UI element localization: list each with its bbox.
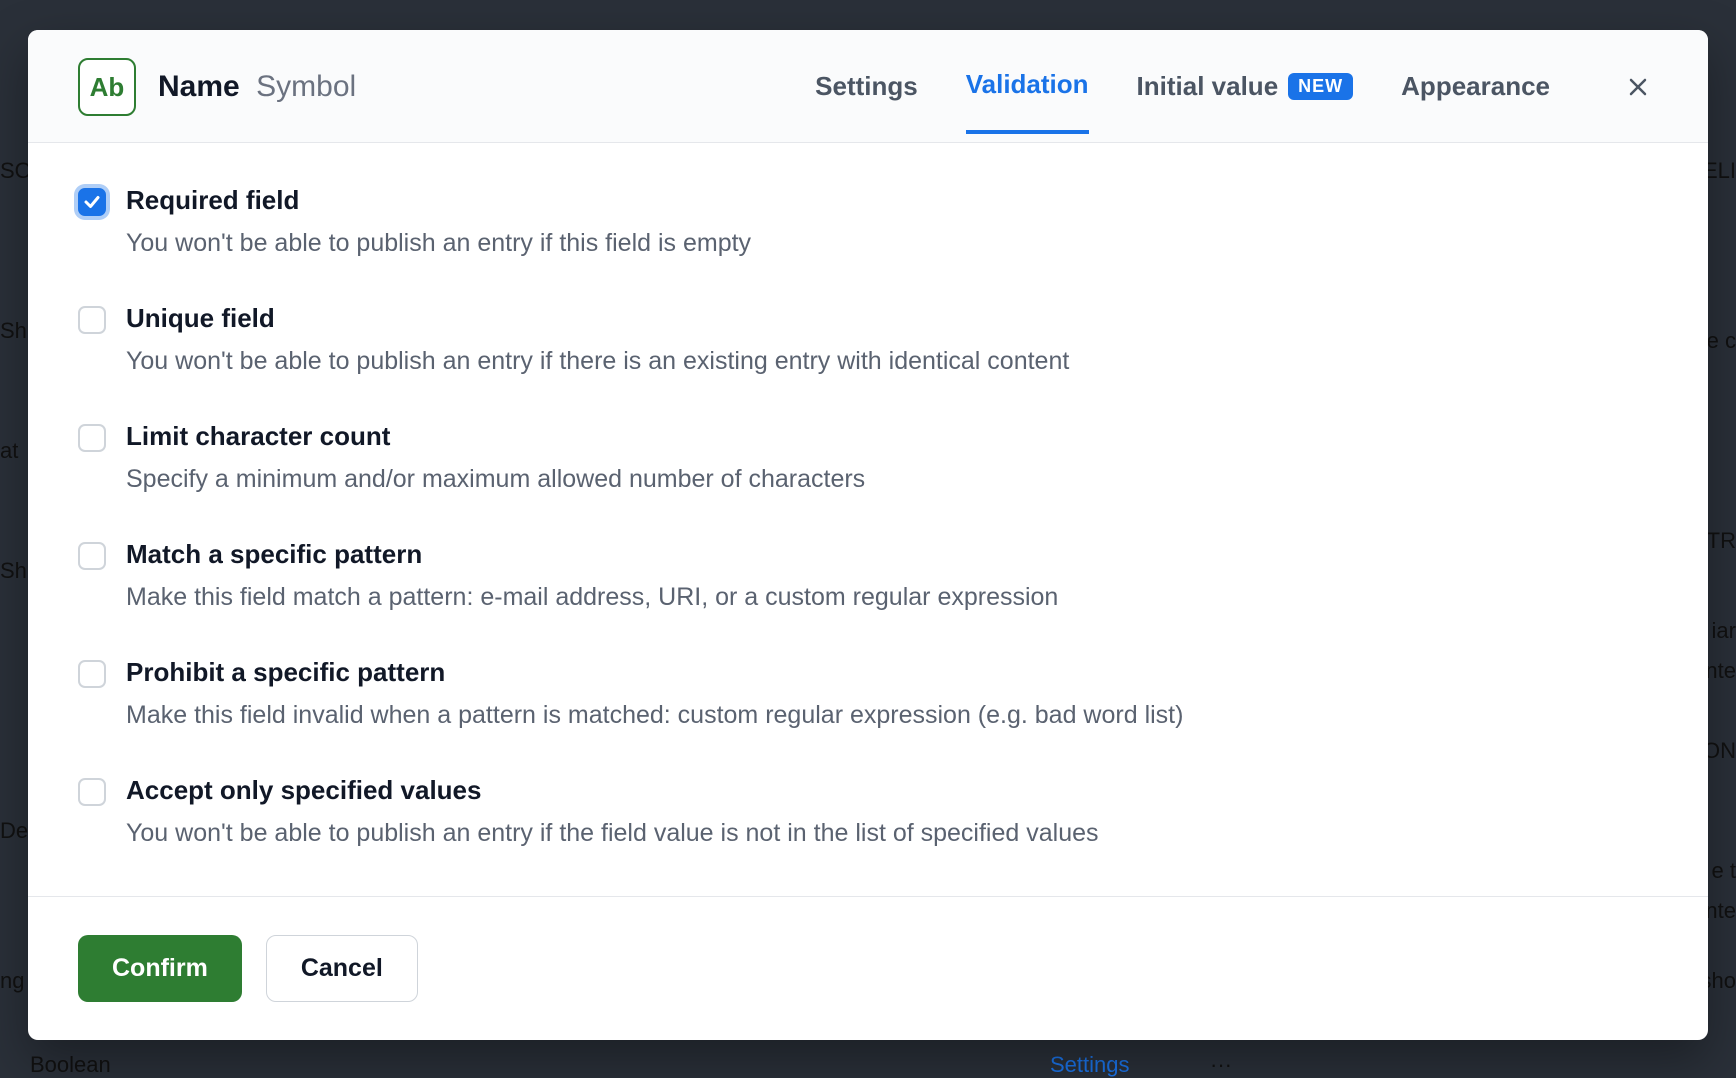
modal-header: Ab Name Symbol Settings Validation Initi… — [28, 30, 1708, 143]
bg-text: Sh — [0, 318, 27, 344]
tab-validation[interactable]: Validation — [966, 69, 1089, 134]
field-icon-text: Ab — [90, 72, 125, 103]
cancel-button[interactable]: Cancel — [266, 935, 418, 1002]
bg-text: at — [0, 438, 18, 464]
validation-desc: You won't be able to publish an entry if… — [126, 816, 1658, 851]
validation-desc: You won't be able to publish an entry if… — [126, 344, 1658, 379]
bg-text: nte — [1705, 658, 1736, 684]
tab-initial-value[interactable]: Initial value NEW — [1137, 71, 1354, 132]
bg-text: e t — [1712, 858, 1736, 884]
header-left: Ab Name Symbol — [78, 58, 356, 116]
tabs: Settings Validation Initial value NEW Ap… — [815, 67, 1658, 107]
validation-title: Unique field — [126, 303, 1658, 334]
field-title-group: Name Symbol — [158, 70, 356, 104]
new-badge: NEW — [1288, 73, 1353, 100]
modal-footer: Confirm Cancel — [28, 896, 1708, 1040]
checkbox-prohibit-pattern[interactable] — [78, 660, 106, 688]
checkbox-limit-character-count[interactable] — [78, 424, 106, 452]
confirm-button[interactable]: Confirm — [78, 935, 242, 1002]
bg-text: TR — [1707, 528, 1736, 554]
validation-desc: Make this field match a pattern: e-mail … — [126, 580, 1658, 615]
tab-appearance[interactable]: Appearance — [1401, 71, 1550, 132]
validation-required-field: Required field You won't be able to publ… — [78, 185, 1658, 261]
checkbox-match-pattern[interactable] — [78, 542, 106, 570]
validation-title: Match a specific pattern — [126, 539, 1658, 570]
checkbox-required-field[interactable] — [78, 188, 106, 216]
field-type-label: Symbol — [256, 70, 356, 103]
validation-desc: Specify a minimum and/or maximum allowed… — [126, 462, 1658, 497]
bg-text: e c — [1707, 328, 1736, 354]
field-type-icon: Ab — [78, 58, 136, 116]
field-name: Name — [158, 70, 240, 103]
validation-limit-character-count: Limit character count Specify a minimum … — [78, 421, 1658, 497]
checkbox-accept-specified-values[interactable] — [78, 778, 106, 806]
validation-title: Accept only specified values — [126, 775, 1658, 806]
modal-body: Required field You won't be able to publ… — [28, 143, 1708, 896]
validation-accept-specified-values: Accept only specified values You won't b… — [78, 775, 1658, 851]
bg-text: ng — [0, 968, 24, 994]
validation-title: Limit character count — [126, 421, 1658, 452]
validation-title: Prohibit a specific pattern — [126, 657, 1658, 688]
bg-text: De — [0, 818, 28, 844]
bg-text: nte — [1705, 898, 1736, 924]
validation-desc: You won't be able to publish an entry if… — [126, 226, 1658, 261]
validation-match-pattern: Match a specific pattern Make this field… — [78, 539, 1658, 615]
validation-desc: Make this field invalid when a pattern i… — [126, 698, 1658, 733]
tab-initial-value-label: Initial value — [1137, 71, 1279, 102]
bg-text: Boolean — [30, 1052, 111, 1078]
bg-text: ··· — [1210, 1052, 1232, 1078]
tab-settings[interactable]: Settings — [815, 71, 918, 132]
validation-prohibit-pattern: Prohibit a specific pattern Make this fi… — [78, 657, 1658, 733]
bg-text: Settings — [1050, 1052, 1130, 1078]
bg-text: Sh — [0, 558, 27, 584]
close-icon — [1626, 75, 1650, 99]
close-button[interactable] — [1618, 67, 1658, 107]
bg-text: iar — [1712, 618, 1736, 644]
validation-title: Required field — [126, 185, 1658, 216]
validation-unique-field: Unique field You won't be able to publis… — [78, 303, 1658, 379]
checkbox-unique-field[interactable] — [78, 306, 106, 334]
field-settings-modal: Ab Name Symbol Settings Validation Initi… — [28, 30, 1708, 1040]
